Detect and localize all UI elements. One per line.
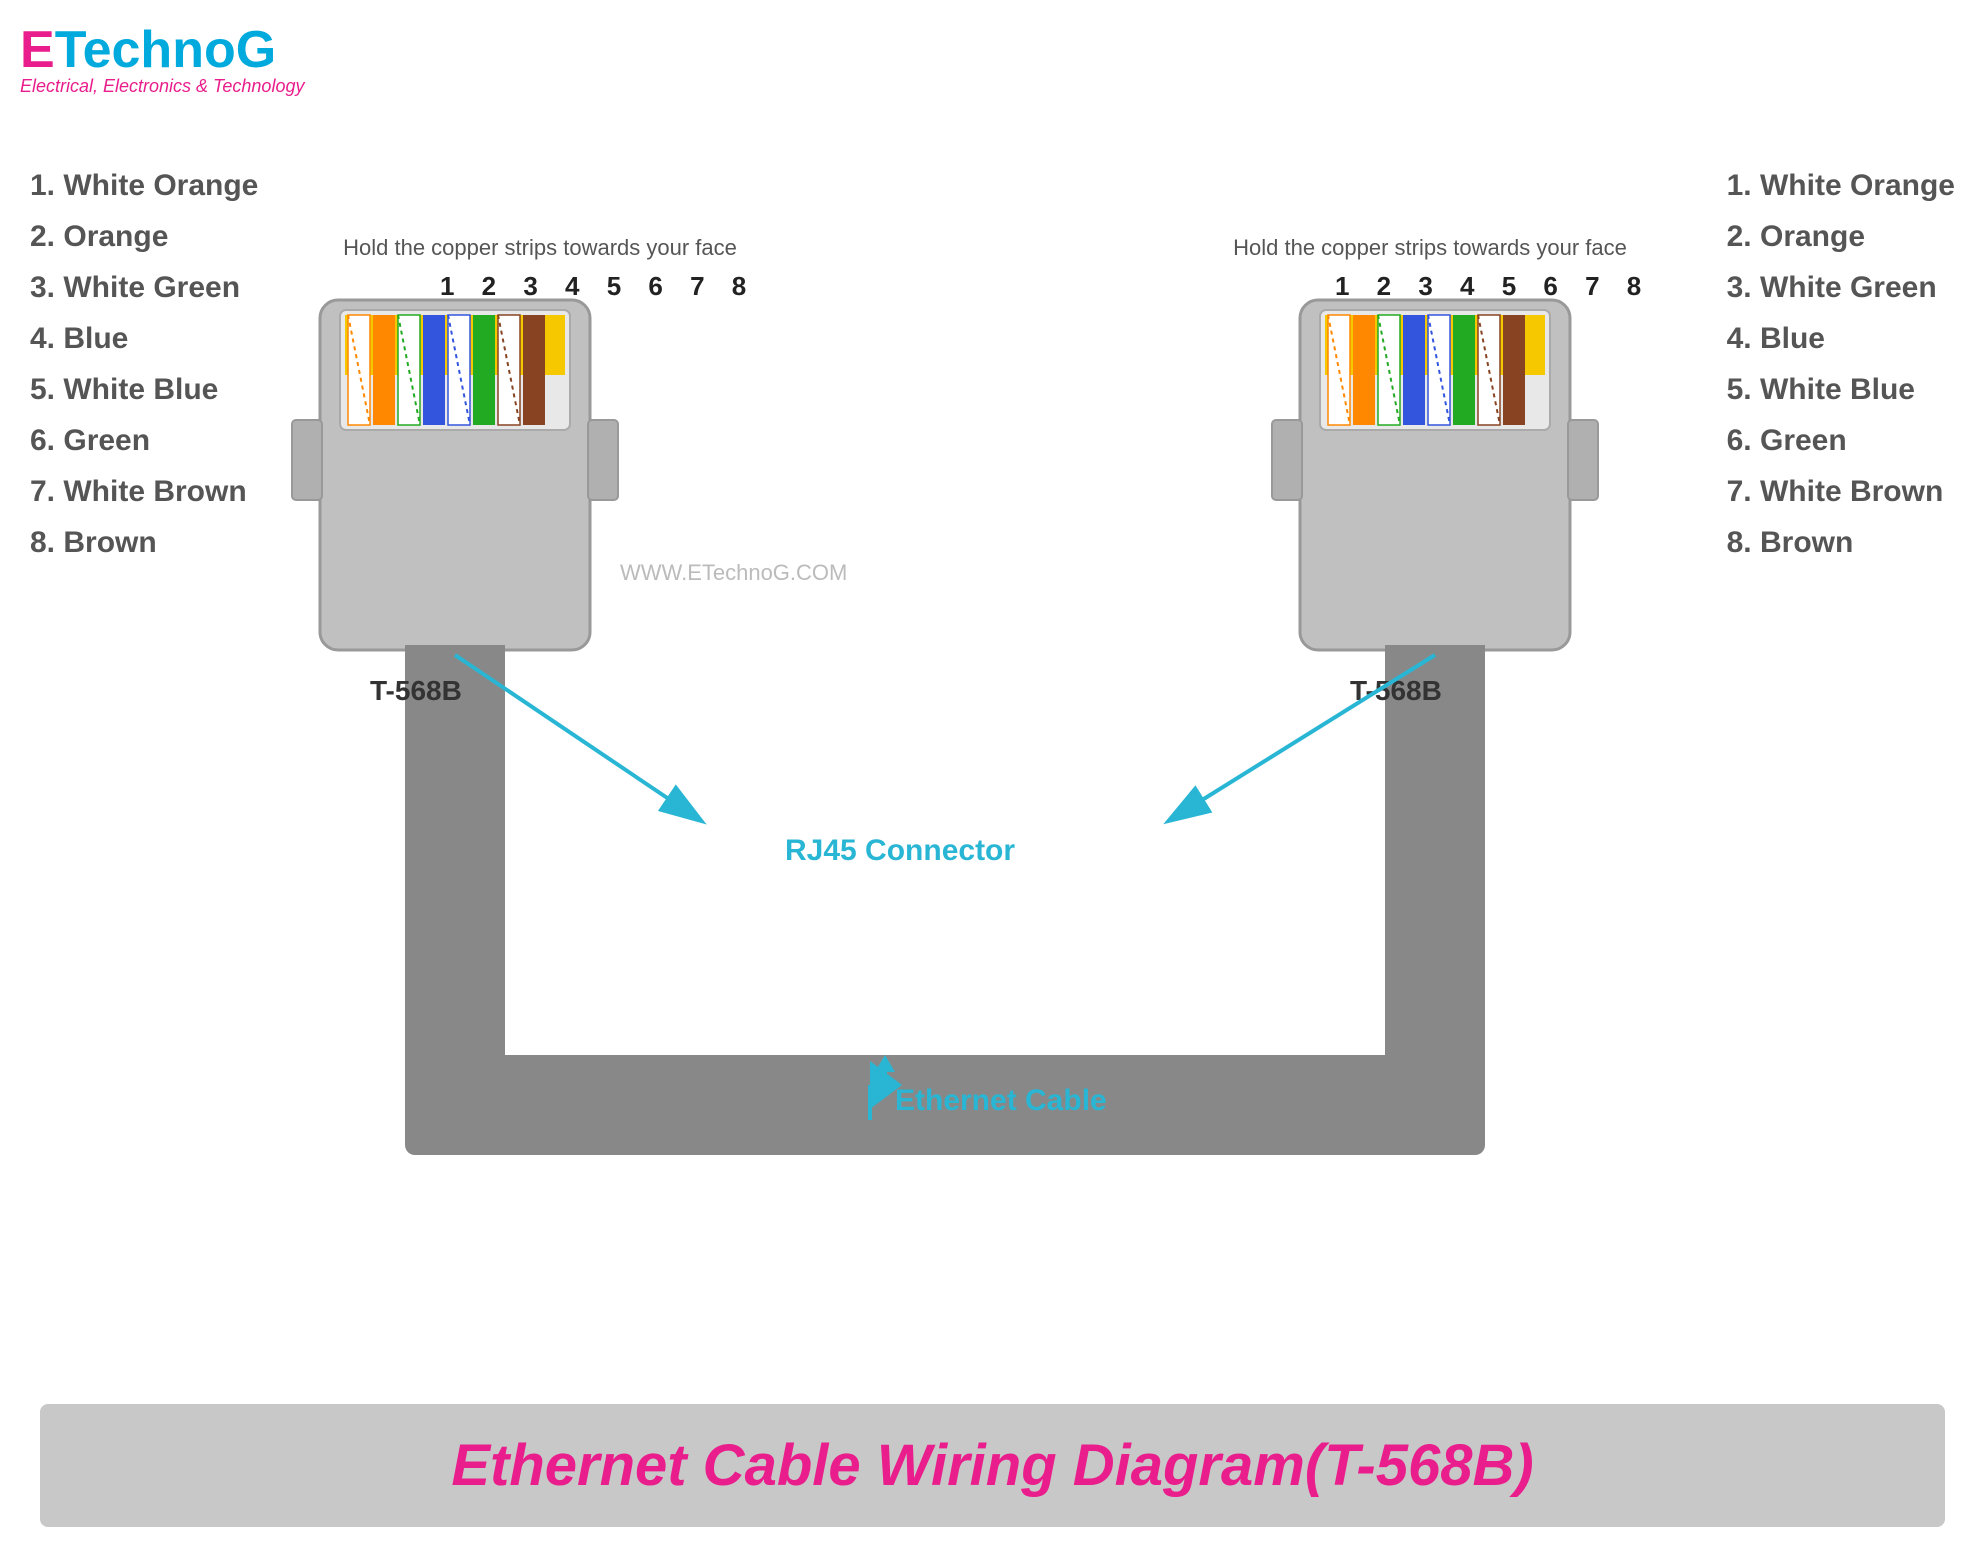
- instruction-left: Hold the copper strips towards your face: [343, 235, 737, 260]
- logo-subtitle: Electrical, Electronics & Technology: [20, 76, 304, 97]
- wire-item-right-8: 8. Brown: [1727, 517, 1955, 568]
- wire-item-left-8: 8. Brown: [30, 517, 258, 568]
- left-cable-down: [405, 645, 505, 1065]
- wire-list-right: 1. White Orange 2. Orange 3. White Green…: [1727, 160, 1955, 568]
- left-tab-right: [588, 420, 618, 500]
- left-wire-4-blue: [423, 315, 445, 425]
- wire-item-right-6: 6. Green: [1727, 415, 1955, 466]
- left-wire-2-orange: [373, 315, 395, 425]
- right-wire-2-orange: [1353, 315, 1375, 425]
- pin-numbers-left: 1 2 3 4 5 6 7 8: [440, 271, 756, 301]
- wire-item-left-5: 5. White Blue: [30, 364, 258, 415]
- right-wire-4-blue: [1403, 315, 1425, 425]
- wire-item-left-2: 2. Orange: [30, 211, 258, 262]
- wire-item-right-1: 1. White Orange: [1727, 160, 1955, 211]
- logo-e: E: [20, 21, 55, 79]
- wire-item-right-5: 5. White Blue: [1727, 364, 1955, 415]
- rj45-label: RJ45 Connector: [785, 834, 1015, 867]
- left-wire-8-brown: [523, 315, 545, 425]
- right-tab-right: [1568, 420, 1598, 500]
- label-568b-left: T-568B: [370, 675, 462, 706]
- right-wire-8-brown: [1503, 315, 1525, 425]
- page: ETechnoG Electrical, Electronics & Techn…: [0, 0, 1985, 1557]
- logo-technog: TechnoG: [55, 21, 276, 79]
- wire-item-right-4: 4. Blue: [1727, 313, 1955, 364]
- ethernet-label: Ethernet Cable: [895, 1084, 1107, 1117]
- right-wire-6-green: [1453, 315, 1475, 425]
- wire-item-left-4: 4. Blue: [30, 313, 258, 364]
- wire-item-left-6: 6. Green: [30, 415, 258, 466]
- wire-item-left-7: 7. White Brown: [30, 466, 258, 517]
- bottom-banner-title: Ethernet Cable Wiring Diagram(T-568B): [451, 1433, 1533, 1498]
- wire-item-right-2: 2. Orange: [1727, 211, 1955, 262]
- diagram-svg: Hold the copper strips towards your face…: [0, 100, 1985, 1200]
- pin-numbers-right: 1 2 3 4 5 6 7 8: [1335, 271, 1651, 301]
- bottom-banner: Ethernet Cable Wiring Diagram(T-568B): [40, 1404, 1945, 1527]
- left-tab-left: [292, 420, 322, 500]
- right-tab-left: [1272, 420, 1302, 500]
- instruction-right: Hold the copper strips towards your face: [1233, 235, 1627, 260]
- wire-item-left-3: 3. White Green: [30, 262, 258, 313]
- left-wire-6-green: [473, 315, 495, 425]
- wire-list-left: 1. White Orange 2. Orange 3. White Green…: [30, 160, 258, 568]
- wire-item-left-1: 1. White Orange: [30, 160, 258, 211]
- watermark: WWW.ETechnoG.COM: [620, 560, 847, 585]
- wire-item-right-7: 7. White Brown: [1727, 466, 1955, 517]
- right-cable-down: [1385, 645, 1485, 1065]
- logo-area: ETechnoG Electrical, Electronics & Techn…: [20, 20, 304, 97]
- wire-item-right-3: 3. White Green: [1727, 262, 1955, 313]
